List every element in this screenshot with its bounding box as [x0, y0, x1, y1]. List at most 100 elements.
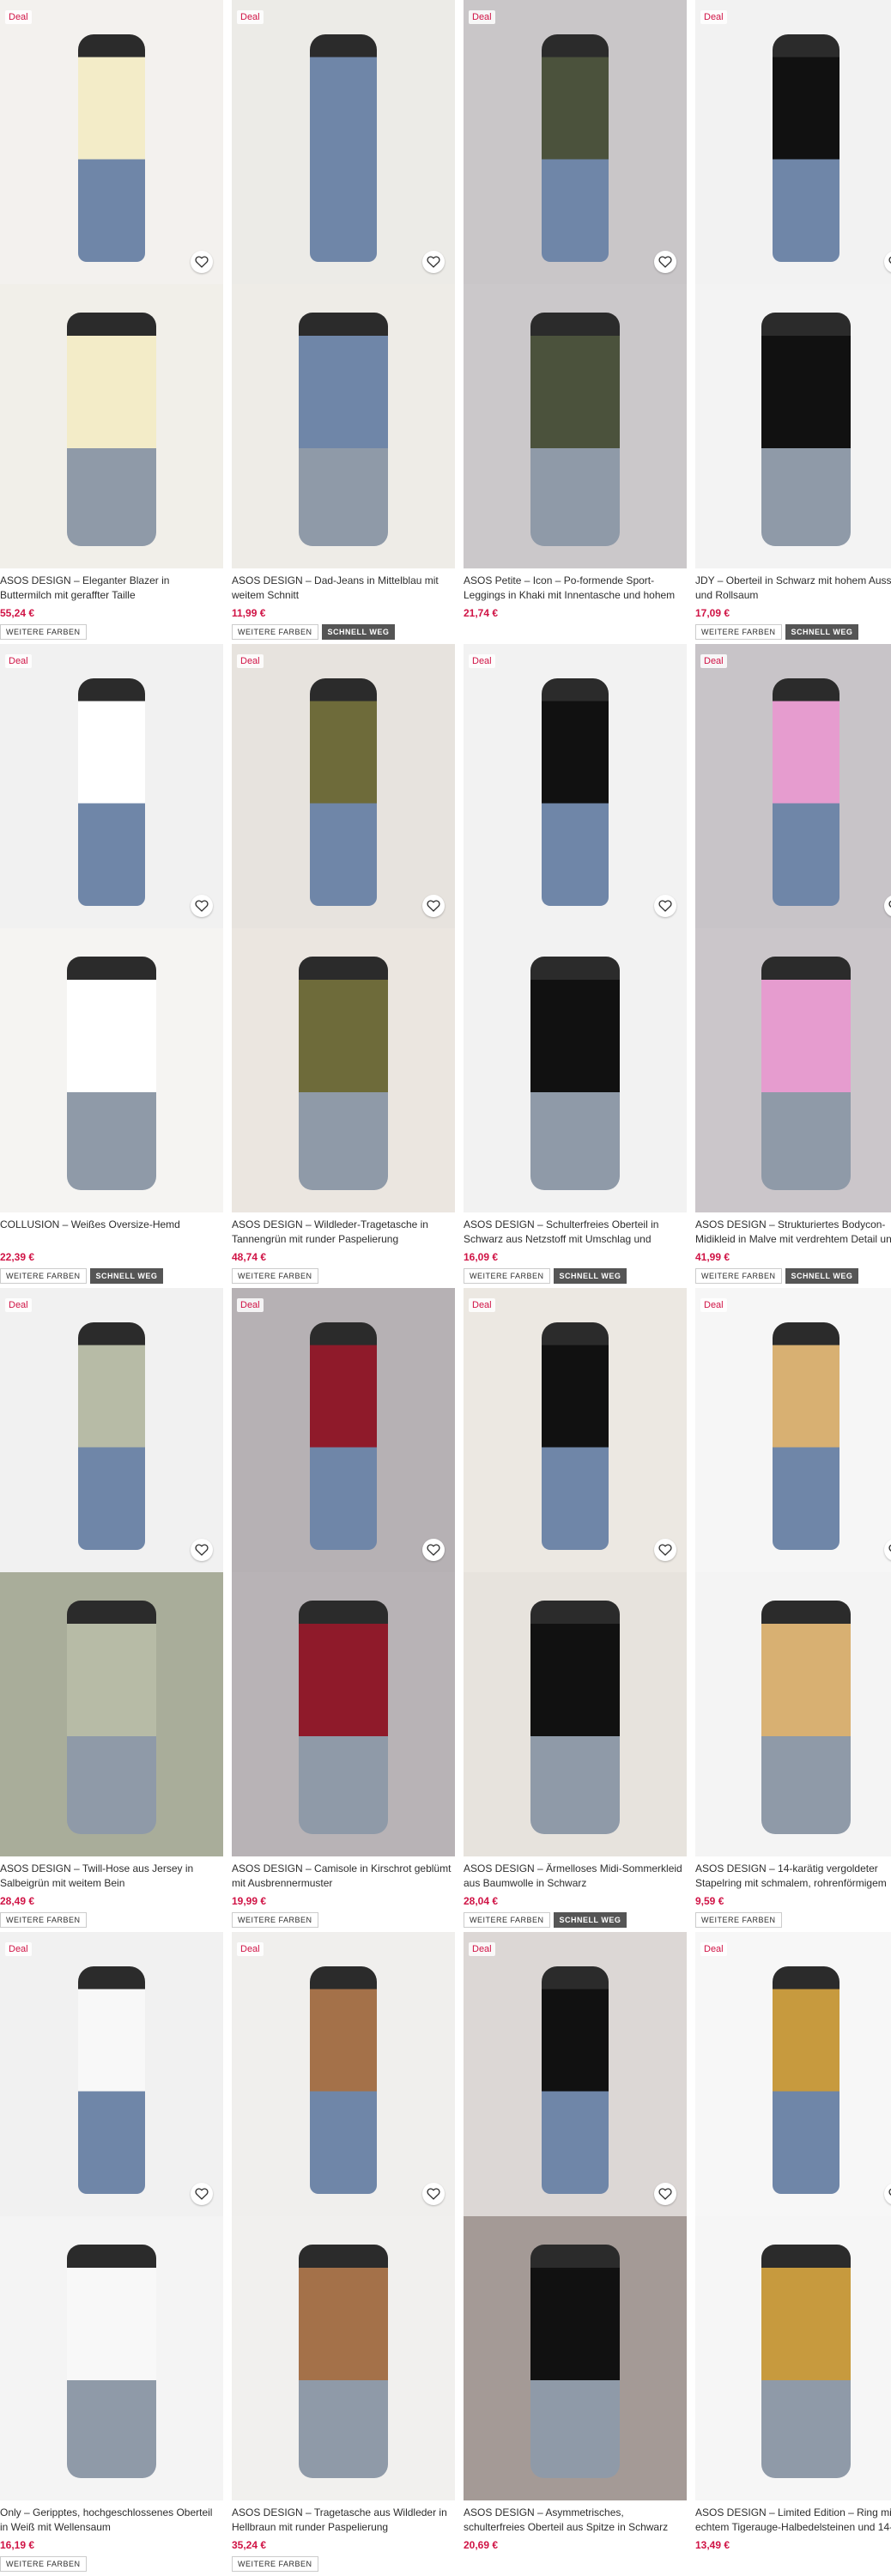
product-title[interactable]: ASOS DESIGN – Wildleder-Tragetasche in T…: [232, 1218, 455, 1247]
product-image[interactable]: Deal: [0, 1288, 223, 1856]
product-image[interactable]: Deal: [695, 1932, 891, 2500]
product-card[interactable]: Deal ASOS DESIGN – Camisole in Kirschrot …: [232, 1288, 455, 1932]
product-image[interactable]: Deal: [695, 644, 891, 1212]
more-colours-badge[interactable]: WEITERE FARBEN: [0, 1268, 87, 1284]
more-colours-badge[interactable]: WEITERE FARBEN: [0, 2556, 87, 2572]
product-card[interactable]: Deal ASOS DESIGN – Schulterfreies Obertei…: [464, 644, 687, 1288]
product-image[interactable]: Deal: [232, 644, 455, 1212]
product-image-secondary: [464, 284, 687, 568]
product-image[interactable]: Deal: [0, 1932, 223, 2500]
product-card[interactable]: Deal Only – Geripptes, hochgeschlossenes …: [0, 1932, 223, 2576]
product-title[interactable]: ASOS DESIGN – Asymmetrisches, schulterfr…: [464, 2506, 687, 2535]
product-badges: WEITERE FARBEN SCHNELL WEG: [464, 1912, 687, 1928]
heart-icon: [195, 256, 209, 268]
product-image[interactable]: Deal: [232, 1288, 455, 1856]
product-title[interactable]: ASOS DESIGN – Camisole in Kirschrot gebl…: [232, 1862, 455, 1891]
product-title[interactable]: ASOS DESIGN – Strukturiertes Bodycon-Mid…: [695, 1218, 891, 1247]
save-for-later-button[interactable]: [422, 251, 445, 273]
more-colours-badge[interactable]: WEITERE FARBEN: [464, 1912, 550, 1928]
more-colours-badge[interactable]: WEITERE FARBEN: [0, 1912, 87, 1928]
product-title[interactable]: ASOS DESIGN – Tragetasche aus Wildleder …: [232, 2506, 455, 2535]
product-card[interactable]: Deal ASOS DESIGN – Limited Edition – Ring…: [695, 1932, 891, 2576]
save-for-later-button[interactable]: [422, 2183, 445, 2205]
product-image-secondary: [695, 284, 891, 568]
product-price: 35,24 €: [232, 2539, 267, 2551]
product-card[interactable]: Deal ASOS DESIGN – Strukturiertes Bodycon…: [695, 644, 891, 1288]
product-title[interactable]: Only – Geripptes, hochgeschlossenes Ober…: [0, 2506, 223, 2535]
selling-fast-badge: SCHNELL WEG: [89, 1268, 164, 1284]
product-card[interactable]: Deal ASOS DESIGN – Asymmetrisches, schult…: [464, 1932, 687, 2576]
save-for-later-button[interactable]: [191, 1539, 213, 1561]
product-image-secondary: [464, 2216, 687, 2500]
product-title[interactable]: ASOS DESIGN – Eleganter Blazer in Butter…: [0, 574, 223, 603]
product-badges: WEITERE FARBEN: [0, 1912, 223, 1928]
product-title[interactable]: ASOS DESIGN – Limited Edition – Ring mit…: [695, 2506, 891, 2535]
product-title[interactable]: ASOS DESIGN – Ärmelloses Midi-Sommerklei…: [464, 1862, 687, 1891]
product-card[interactable]: Deal ASOS DESIGN – 14-karätig vergoldeter…: [695, 1288, 891, 1932]
more-colours-badge[interactable]: WEITERE FARBEN: [232, 1912, 318, 1928]
product-image-primary: [232, 1288, 455, 1572]
product-title[interactable]: ASOS DESIGN – Dad-Jeans in Mittelblau mi…: [232, 574, 455, 603]
deal-badge: Deal: [5, 1298, 32, 1312]
save-for-later-button[interactable]: [422, 895, 445, 917]
product-card[interactable]: Deal JDY – Oberteil in Schwarz mit hohem …: [695, 0, 891, 644]
product-visual: [542, 1321, 609, 1550]
more-colours-badge[interactable]: WEITERE FARBEN: [464, 1268, 550, 1284]
product-card[interactable]: Deal ASOS DESIGN – Tragetasche aus Wildle…: [232, 1932, 455, 2576]
save-for-later-button[interactable]: [654, 1539, 676, 1561]
product-image-secondary: [0, 2216, 223, 2500]
product-card[interactable]: Deal ASOS DESIGN – Twill-Hose aus Jersey …: [0, 1288, 223, 1932]
product-visual: [773, 33, 839, 262]
product-title[interactable]: JDY – Oberteil in Schwarz mit hohem Auss…: [695, 574, 891, 603]
save-for-later-button[interactable]: [191, 251, 213, 273]
product-image[interactable]: Deal: [464, 0, 687, 568]
product-image[interactable]: Deal: [232, 1932, 455, 2500]
more-colours-badge[interactable]: WEITERE FARBEN: [695, 624, 782, 640]
heart-icon: [658, 2188, 672, 2200]
more-colours-badge[interactable]: WEITERE FARBEN: [232, 1268, 318, 1284]
selling-fast-badge: SCHNELL WEG: [785, 624, 859, 640]
product-image[interactable]: Deal: [464, 1932, 687, 2500]
product-visual-alt: [761, 1601, 851, 1834]
product-badges: WEITERE FARBEN: [232, 1268, 455, 1284]
product-card[interactable]: Deal ASOS DESIGN – Eleganter Blazer in Bu…: [0, 0, 223, 644]
product-title[interactable]: ASOS DESIGN – Twill-Hose aus Jersey in S…: [0, 1862, 223, 1891]
product-visual-alt: [761, 313, 851, 546]
product-image[interactable]: Deal: [464, 644, 687, 1212]
product-visual-alt: [761, 2245, 851, 2478]
more-colours-badge[interactable]: WEITERE FARBEN: [0, 624, 87, 640]
product-card[interactable]: Deal ASOS DESIGN – Ärmelloses Midi-Sommer…: [464, 1288, 687, 1932]
deal-badge: Deal: [237, 654, 264, 668]
product-price: 16,19 €: [0, 2539, 35, 2551]
product-title[interactable]: COLLUSION – Weißes Oversize-Hemd: [0, 1218, 223, 1247]
save-for-later-button[interactable]: [191, 895, 213, 917]
more-colours-badge[interactable]: WEITERE FARBEN: [695, 1912, 782, 1928]
product-image[interactable]: Deal: [0, 0, 223, 568]
save-for-later-button[interactable]: [654, 2183, 676, 2205]
more-colours-badge[interactable]: WEITERE FARBEN: [232, 2556, 318, 2572]
product-meta: COLLUSION – Weißes Oversize-Hemd 22,39 € W…: [0, 1212, 223, 1284]
product-meta: ASOS DESIGN – Wildleder-Tragetasche in T…: [232, 1212, 455, 1284]
heart-icon: [427, 900, 440, 912]
product-title[interactable]: ASOS DESIGN – 14-karätig vergoldeter Sta…: [695, 1862, 891, 1891]
product-title[interactable]: ASOS Petite – Icon – Po-formende Sport-L…: [464, 574, 687, 603]
product-card[interactable]: Deal ASOS DESIGN – Dad-Jeans in Mittelbla…: [232, 0, 455, 644]
product-image[interactable]: Deal: [695, 0, 891, 568]
product-card[interactable]: Deal ASOS DESIGN – Wildleder-Tragetasche …: [232, 644, 455, 1288]
product-visual: [78, 1321, 145, 1550]
save-for-later-button[interactable]: [422, 1539, 445, 1561]
deal-badge: Deal: [237, 1942, 264, 1956]
more-colours-badge[interactable]: WEITERE FARBEN: [232, 624, 318, 640]
save-for-later-button[interactable]: [191, 2183, 213, 2205]
product-title[interactable]: ASOS DESIGN – Schulterfreies Oberteil in…: [464, 1218, 687, 1247]
product-card[interactable]: Deal COLLUSION – Weißes Oversize-Hemd 22,3…: [0, 644, 223, 1288]
more-colours-badge[interactable]: WEITERE FARBEN: [695, 1268, 782, 1284]
save-for-later-button[interactable]: [654, 251, 676, 273]
product-image[interactable]: Deal: [232, 0, 455, 568]
product-image[interactable]: Deal: [0, 644, 223, 1212]
deal-badge: Deal: [5, 654, 32, 668]
save-for-later-button[interactable]: [654, 895, 676, 917]
product-image[interactable]: Deal: [695, 1288, 891, 1856]
product-card[interactable]: Deal ASOS Petite – Icon – Po-formende Spo…: [464, 0, 687, 644]
product-image[interactable]: Deal: [464, 1288, 687, 1856]
